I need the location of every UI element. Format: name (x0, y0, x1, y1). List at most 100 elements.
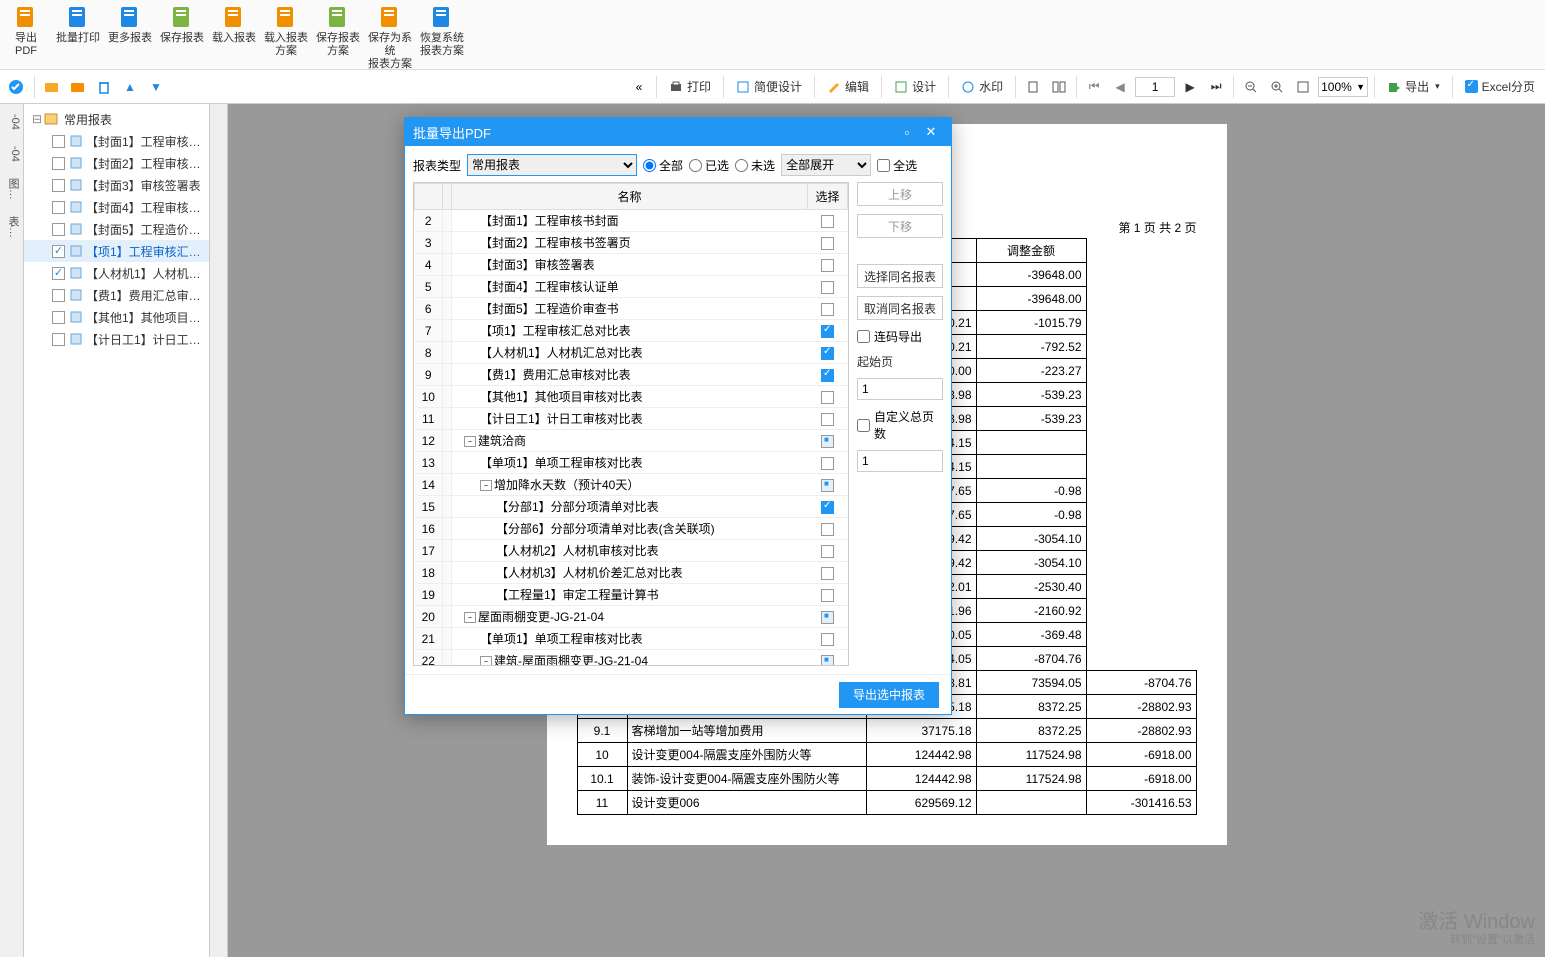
delete-icon[interactable] (93, 76, 115, 98)
load-scheme[interactable]: 载入报表 方案 (260, 4, 312, 58)
radio-all[interactable]: 全部 (643, 157, 683, 174)
tree-item-8[interactable]: 【其他1】其他项目… (24, 306, 209, 328)
move-down-icon[interactable]: ▼ (145, 76, 167, 98)
selection-row[interactable]: 21【单项1】单项工程审核对比表 (415, 628, 848, 650)
folder-closed-icon[interactable] (67, 76, 89, 98)
checkbox-icon[interactable] (52, 201, 65, 214)
save-sys-scheme[interactable]: 保存为系统 报表方案 (364, 4, 416, 71)
selection-row[interactable]: 19【工程量1】审定工程量计算书 (415, 584, 848, 606)
selection-row[interactable]: 11【计日工1】计日工审核对比表 (415, 408, 848, 430)
nav-first-icon[interactable]: ⏮ (1083, 76, 1105, 98)
selection-row[interactable]: 9【费1】费用汇总审核对比表 (415, 364, 848, 386)
custom-total-pages-checkbox[interactable]: 自定义总页数 (857, 408, 943, 442)
selection-row[interactable]: 5【封面4】工程审核认证单 (415, 276, 848, 298)
tree-item-0[interactable]: 【封面1】工程审核… (24, 130, 209, 152)
fit-page-icon[interactable] (1292, 76, 1314, 98)
checkbox-icon[interactable] (821, 479, 834, 492)
selection-row[interactable]: 14-增加降水天数（预计40天） (415, 474, 848, 496)
start-page-input[interactable] (857, 378, 943, 400)
checkbox-icon[interactable] (821, 369, 834, 382)
checkbox-icon[interactable] (821, 589, 834, 602)
expand-icon[interactable]: - (464, 436, 476, 447)
checkbox-icon[interactable] (821, 413, 834, 426)
checkbox-icon[interactable] (821, 655, 834, 666)
load-report[interactable]: 载入报表 (208, 4, 260, 45)
selection-row[interactable]: 16【分部6】分部分项清单对比表(含关联项) (415, 518, 848, 540)
checkbox-icon[interactable] (821, 325, 834, 338)
radio-selected[interactable]: 已选 (689, 157, 729, 174)
selection-row[interactable]: 2【封面1】工程审核书封面 (415, 210, 848, 232)
expand-icon[interactable]: - (480, 480, 492, 491)
collapsed-side-strip[interactable] (210, 104, 228, 957)
checkbox-icon[interactable] (52, 135, 65, 148)
nav-prev-icon[interactable]: ◀ (1109, 76, 1131, 98)
export-button[interactable]: 导出▾ (1381, 76, 1446, 97)
zoom-out-icon[interactable] (1240, 76, 1262, 98)
continuous-export-checkbox[interactable]: 连码导出 (857, 328, 943, 345)
selection-row[interactable]: 8【人材机1】人材机汇总对比表 (415, 342, 848, 364)
dialog-titlebar[interactable]: 批量导出PDF ▫ ✕ (405, 118, 951, 146)
side-tab-2[interactable]: 图… (0, 172, 23, 206)
edit-button[interactable]: 编辑 (821, 76, 875, 97)
checkbox-icon[interactable] (821, 303, 834, 316)
checkbox-icon[interactable] (821, 633, 834, 646)
checkbox-icon[interactable] (52, 223, 65, 236)
selection-row[interactable]: 18【人材机3】人材机价差汇总对比表 (415, 562, 848, 584)
tree-item-6[interactable]: 【人材机1】人材机… (24, 262, 209, 284)
selection-row[interactable]: 4【封面3】审核签署表 (415, 254, 848, 276)
side-tab-3[interactable]: 表… (0, 210, 23, 244)
selection-row[interactable]: 22-建筑-屋面雨棚变更-JG-21-04 (415, 650, 848, 667)
checkbox-icon[interactable] (821, 237, 834, 250)
checkbox-icon[interactable] (52, 311, 65, 324)
select-same-name-button[interactable]: 选择同名报表 (857, 264, 943, 288)
export-selected-button[interactable]: 导出选中报表 (839, 682, 939, 708)
expand-icon[interactable]: - (464, 612, 476, 623)
side-tab-1[interactable]: -04 (0, 140, 23, 168)
selection-row[interactable]: 13【单项1】单项工程审核对比表 (415, 452, 848, 474)
tree-item-7[interactable]: 【费1】费用汇总审… (24, 284, 209, 306)
print-button[interactable]: 打印 (663, 76, 717, 97)
save-scheme[interactable]: 保存报表 方案 (312, 4, 364, 58)
selection-row[interactable]: 10【其他1】其他项目审核对比表 (415, 386, 848, 408)
tree-item-2[interactable]: 【封面3】审核签署表 (24, 174, 209, 196)
radio-unselected[interactable]: 未选 (735, 157, 775, 174)
checkbox-icon[interactable] (821, 281, 834, 294)
restore-sys-scheme[interactable]: 恢复系统 报表方案 (416, 4, 468, 58)
select-all-checkbox[interactable]: 全选 (877, 157, 917, 174)
collapse-icon[interactable]: ⊟ (32, 112, 44, 126)
expand-select[interactable]: 全部展开 (781, 154, 871, 176)
report-type-select[interactable]: 常用报表 (467, 154, 637, 176)
cancel-same-name-button[interactable]: 取消同名报表 (857, 296, 943, 320)
checkbox-icon[interactable] (821, 457, 834, 470)
zoom-select[interactable]: 100%▼ (1318, 77, 1368, 97)
selection-row[interactable]: 7【项1】工程审核汇总对比表 (415, 320, 848, 342)
selection-row[interactable]: 15【分部1】分部分项清单对比表 (415, 496, 848, 518)
watermark-button[interactable]: 水印 (955, 76, 1009, 97)
more-reports[interactable]: 更多报表 (104, 4, 156, 45)
export-pdf[interactable]: 导出 PDF (0, 4, 52, 58)
tree-item-9[interactable]: 【计日工1】计日工… (24, 328, 209, 350)
move-up-button[interactable]: 上移 (857, 182, 943, 206)
checkbox-icon[interactable] (52, 289, 65, 302)
folder-open-icon[interactable] (41, 76, 63, 98)
collapse-tree-icon[interactable]: « (628, 76, 650, 98)
selection-row[interactable]: 3【封面2】工程审核书签署页 (415, 232, 848, 254)
selection-row[interactable]: 17【人材机2】人材机审核对比表 (415, 540, 848, 562)
save-report[interactable]: 保存报表 (156, 4, 208, 45)
checkbox-icon[interactable] (821, 215, 834, 228)
restore-icon[interactable]: ▫ (895, 125, 919, 140)
page-number-input[interactable] (1135, 77, 1175, 97)
tree-item-5[interactable]: 【项1】工程审核汇… (24, 240, 209, 262)
side-tab-0[interactable]: -04 (0, 108, 23, 136)
nav-last-icon[interactable]: ⏭ (1205, 76, 1227, 98)
checkbox-icon[interactable] (821, 501, 834, 514)
checkbox-icon[interactable] (821, 611, 834, 624)
selection-row[interactable]: 20-屋面雨棚变更-JG-21-04 (415, 606, 848, 628)
checkbox-icon[interactable] (52, 245, 65, 258)
zoom-in-icon[interactable] (1266, 76, 1288, 98)
tree-item-4[interactable]: 【封面5】工程造价… (24, 218, 209, 240)
checkbox-icon[interactable] (821, 391, 834, 404)
checkbox-icon[interactable] (52, 157, 65, 170)
selection-row[interactable]: 12-建筑洽商 (415, 430, 848, 452)
tree-item-1[interactable]: 【封面2】工程审核… (24, 152, 209, 174)
